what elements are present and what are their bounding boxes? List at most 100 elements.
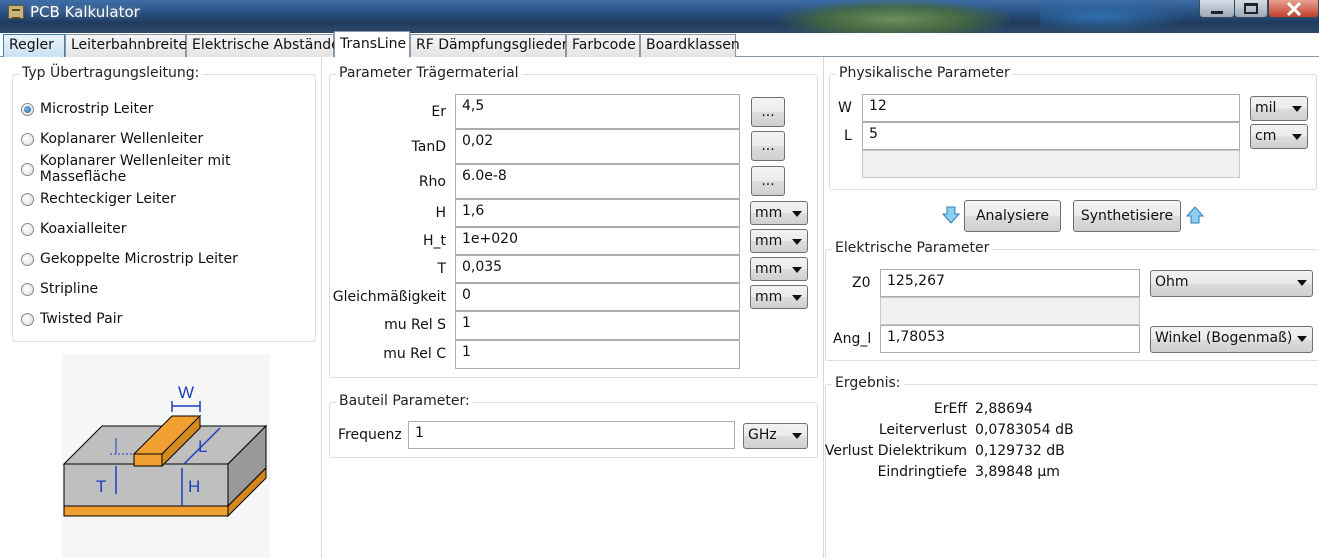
- tab-transline[interactable]: TransLine: [334, 31, 410, 58]
- tab-boardklassen[interactable]: Boardklassen: [640, 34, 740, 57]
- z0-field[interactable]: 125,267: [880, 269, 1140, 297]
- er-browse-button[interactable]: ...: [751, 97, 785, 127]
- z0-unit-dropdown[interactable]: Ohm: [1150, 270, 1313, 297]
- dropdown-value: mm: [755, 205, 783, 221]
- label-mu-rel-c: mu Rel C: [383, 346, 446, 362]
- h-field[interactable]: 1,6: [455, 199, 740, 227]
- radio-button[interactable]: [21, 192, 34, 206]
- label-frequenz: Frequenz: [338, 427, 402, 443]
- chevron-down-icon: [1297, 280, 1307, 286]
- physical-title: Physikalische Parameter: [836, 65, 1013, 81]
- radio-button[interactable]: [21, 162, 34, 176]
- radio-rectangular[interactable]: Rechteckiger Leiter: [21, 188, 176, 210]
- l-field[interactable]: 5: [862, 122, 1240, 150]
- radio-twisted-pair[interactable]: Twisted Pair: [21, 308, 122, 330]
- diagram-label-h: H: [188, 477, 200, 496]
- mu-rel-c-field[interactable]: 1: [455, 340, 740, 369]
- radio-label: Rechteckiger Leiter: [40, 191, 176, 207]
- radio-coax[interactable]: Koaxialleiter: [21, 218, 127, 240]
- radio-button[interactable]: [21, 312, 34, 326]
- frequency-field[interactable]: 1: [408, 421, 735, 449]
- diagram-label-w: W: [178, 383, 194, 402]
- line-type-title: Typ Übertragungsleitung:: [19, 65, 203, 81]
- w-field[interactable]: 12: [862, 94, 1240, 122]
- radio-button[interactable]: [21, 282, 34, 296]
- er-field[interactable]: 4,5: [455, 94, 740, 129]
- chevron-down-icon: [1292, 134, 1302, 140]
- radio-label: Microstrip Leiter: [40, 101, 154, 117]
- t-unit-dropdown[interactable]: mm: [750, 257, 808, 281]
- minimize-button[interactable]: [1199, 0, 1235, 18]
- chevron-down-icon: [792, 211, 802, 217]
- w-unit-dropdown[interactable]: mil: [1250, 96, 1308, 121]
- radio-stripline[interactable]: Stripline: [21, 278, 98, 300]
- label-rho: Rho: [418, 174, 446, 190]
- tab-regler[interactable]: Regler: [3, 34, 65, 57]
- tab-elektrische-abstaende[interactable]: Elektrische Abstände: [186, 34, 340, 57]
- radio-button[interactable]: [21, 252, 34, 266]
- radio-microstrip[interactable]: Microstrip Leiter: [21, 98, 153, 120]
- substrate-title: Parameter Trägermaterial: [336, 65, 522, 81]
- chevron-down-icon: [792, 295, 802, 301]
- electrical-extra-field: [880, 297, 1140, 325]
- frequency-unit-dropdown[interactable]: GHz: [743, 423, 808, 449]
- radio-button[interactable]: [21, 132, 34, 146]
- result-value: 2,88694: [975, 401, 1033, 417]
- analyze-button[interactable]: Analysiere: [964, 200, 1061, 232]
- result-label: Verlust Dielektrikum: [824, 443, 967, 459]
- window-title: PCB Kalkulator: [30, 3, 140, 21]
- title-bar: PCB Kalkulator: [0, 0, 1319, 33]
- ang-l-unit-dropdown[interactable]: Winkel (Bogenmaß): [1150, 326, 1313, 353]
- dropdown-value: mm: [755, 261, 783, 277]
- result-key: Leiterverlust: [832, 422, 967, 442]
- mu-rel-s-field[interactable]: 1: [455, 311, 740, 340]
- h-t-unit-dropdown[interactable]: mm: [750, 229, 808, 253]
- result-label: Leiterverlust: [878, 422, 967, 438]
- physical-extra-field: [862, 150, 1240, 178]
- radio-coupled-microstrip[interactable]: Gekoppelte Microstrip Leiter: [21, 248, 238, 270]
- t-field[interactable]: 0,035: [455, 255, 740, 283]
- result-key: ErEff: [832, 401, 967, 421]
- radio-coplanar-ground[interactable]: Koplanarer Wellenleiter mit Massefläche: [21, 153, 315, 185]
- ang-l-field[interactable]: 1,78053: [880, 325, 1140, 353]
- tab-farbcode[interactable]: Farbcode: [566, 34, 640, 57]
- label-l: L: [844, 128, 852, 144]
- label-h: H: [435, 205, 446, 221]
- arrow-down-icon: [942, 206, 960, 224]
- tand-browse-button[interactable]: ...: [751, 131, 785, 161]
- radio-button[interactable]: [21, 222, 34, 236]
- gleichmaessigkeit-field[interactable]: 0: [455, 283, 740, 311]
- radio-button[interactable]: [21, 102, 34, 116]
- radio-label: Twisted Pair: [40, 311, 123, 327]
- tand-field[interactable]: 0,02: [455, 129, 740, 164]
- tab-leiterbahnbreite[interactable]: Leiterbahnbreite: [65, 34, 187, 57]
- close-icon: [1286, 1, 1301, 16]
- h-t-field[interactable]: 1e+020: [455, 227, 740, 255]
- result-value: 0,0783054 dB: [975, 422, 1074, 438]
- chevron-down-icon: [1297, 336, 1307, 342]
- maximize-icon: [1244, 3, 1258, 14]
- rho-browse-button[interactable]: ...: [751, 166, 785, 196]
- h-unit-dropdown[interactable]: mm: [750, 201, 808, 225]
- maximize-button[interactable]: [1234, 0, 1268, 18]
- line-type-group: Typ Übertragungsleitung: Microstrip Leit…: [12, 65, 316, 342]
- label-er: Er: [431, 104, 446, 120]
- diagram-label-t: T: [96, 477, 106, 496]
- close-button[interactable]: [1268, 0, 1319, 18]
- tab-rf-daempfungsglieder[interactable]: RF Dämpfungsglieder: [410, 34, 568, 57]
- label-t: T: [437, 261, 446, 277]
- chevron-down-icon: [792, 239, 802, 245]
- label-z0: Z0: [852, 275, 871, 291]
- dropdown-value: mil: [1255, 100, 1277, 116]
- radio-label: Gekoppelte Microstrip Leiter: [40, 251, 238, 267]
- radio-label: Koplanarer Wellenleiter mit Massefläche: [39, 153, 231, 185]
- rho-field[interactable]: 6.0e-8: [455, 164, 740, 199]
- l-unit-dropdown[interactable]: cm: [1250, 124, 1308, 149]
- label-ang-l: Ang_l: [833, 331, 872, 347]
- title-bar-background-decoration: [780, 0, 1010, 33]
- dropdown-value: mm: [755, 289, 783, 305]
- radio-coplanar[interactable]: Koplanarer Wellenleiter: [21, 128, 203, 150]
- synthesize-button[interactable]: Synthetisiere: [1073, 200, 1181, 232]
- result-label: Eindringtiefe: [877, 464, 967, 480]
- gleichmaessigkeit-unit-dropdown[interactable]: mm: [750, 285, 808, 309]
